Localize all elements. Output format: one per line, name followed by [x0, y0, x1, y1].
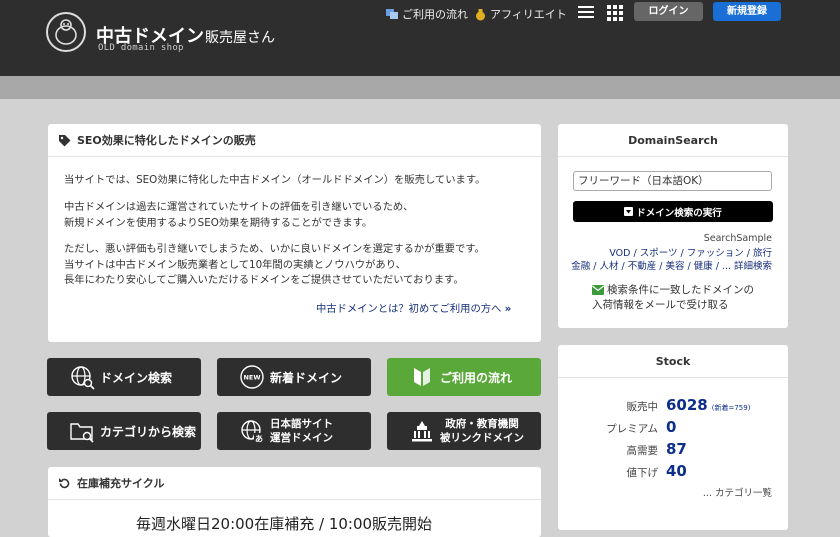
domain-search-title: DomainSearch [558, 124, 788, 157]
tag-icon [59, 134, 71, 146]
category-list-link[interactable]: ... カテゴリ一覧 [703, 485, 772, 499]
new-badge-icon: NEW [240, 365, 264, 389]
folder-search-icon [70, 423, 94, 443]
seo-intro-panel: SEO効果に特化したドメインの販売 当サイトでは、SEO効果に特化した中古ドメイ… [48, 124, 541, 342]
login-button[interactable]: ログイン [634, 2, 703, 21]
moneybag-icon [476, 8, 485, 20]
seo-paragraph-1: 当サイトでは、SEO効果に特化した中古ドメイン（オールドドメイン）を販売していま… [64, 174, 486, 186]
flow-icon [386, 9, 398, 19]
seo-panel-title: SEO効果に特化したドメインの販売 [77, 134, 256, 147]
search-sample-links-1[interactable]: VOD / スポーツ / ファッション / 旅行 [609, 245, 772, 259]
gov-edu-backlink-tile[interactable]: 政府・教育機関 被リンクドメイン [387, 412, 541, 450]
restock-schedule-text: 毎週水曜日20:00在庫補充 / 10:00販売開始 [136, 515, 433, 533]
stock-row-on-sale[interactable]: 販売中 6028 (新着=759) [558, 396, 788, 414]
svg-text:あ: あ [255, 435, 263, 444]
globe-japanese-icon: あ [241, 420, 264, 444]
header-link-affiliate[interactable]: アフィリエイト [475, 6, 567, 22]
stock-panel: Stock 販売中 6028 (新着=759) プレミアム 0 高需要 87 値下げ 40… [558, 345, 788, 530]
logo-icon[interactable] [46, 12, 86, 52]
domain-search-tile[interactable]: ドメイン検索 [47, 358, 201, 396]
seo-paragraph-2: 中古ドメインは過去に運営されていたサイトの評価を引き継いでいるため、 新規ドメイン… [64, 201, 414, 229]
stock-row-price-down[interactable]: 値下げ 40 [558, 462, 788, 480]
search-sample-label: SearchSample [703, 233, 772, 244]
stock-row-high-demand[interactable]: 高需要 87 [558, 440, 788, 458]
caret-down-square-icon [624, 207, 634, 216]
stock-row-premium[interactable]: プレミアム 0 [558, 418, 788, 436]
logo-subtitle: OLD domain shop [98, 43, 184, 53]
globe-search-icon [71, 366, 95, 390]
seo-panel-header: SEO効果に特化したドメインの販売 [48, 124, 541, 157]
stock-title: Stock [558, 345, 788, 378]
domain-search-panel: DomainSearch フリーワード（日本語OK） ドメイン検索の実行 Sea… [558, 124, 788, 328]
refresh-icon [59, 477, 70, 488]
header-stripe [0, 76, 840, 99]
free-word-search-input[interactable]: フリーワード（日本語OK） [573, 171, 772, 191]
category-search-tile[interactable]: カテゴリから検索 [47, 412, 201, 450]
double-chevron-right-icon: » [504, 303, 512, 315]
search-sample-links-2[interactable]: 金融 / 人材 / 不動産 / 美容 / 健康 / ... 詳細検索 [571, 258, 772, 272]
domain-search-submit-button[interactable]: ドメイン検索の実行 [573, 201, 773, 222]
government-building-icon [412, 421, 432, 442]
site-header: 中古ドメイン販売屋さん OLD domain shop ご利用の流れ アフィリエ… [0, 0, 840, 76]
restock-cycle-panel: 在庫補充サイクル 毎週水曜日20:00在庫補充 / 10:00販売開始 [48, 467, 541, 537]
restock-panel-header: 在庫補充サイクル [48, 467, 541, 500]
seo-paragraph-3: ただし、悪い評価も引き継いでしまうため、いかに良いドメインを選定するかが重要です… [64, 243, 485, 286]
beginner-mark-icon [414, 368, 430, 386]
usage-flow-tile[interactable]: ご利用の流れ [387, 358, 541, 396]
new-domain-tile[interactable]: NEW 新着ドメイン [217, 358, 371, 396]
mail-notify-link[interactable]: 検索条件に一致したドメインの 入荷情報をメールで受け取る [592, 283, 754, 313]
hamburger-menu-icon[interactable] [578, 6, 594, 20]
register-button[interactable]: 新規登録 [713, 2, 781, 21]
beginner-guide-link[interactable]: 中古ドメインとは？初めてご利用の方へ » [316, 300, 511, 315]
svg-text:NEW: NEW [243, 374, 260, 382]
header-link-usage-flow[interactable]: ご利用の流れ [386, 6, 468, 22]
grid-menu-icon[interactable] [607, 5, 623, 21]
japanese-site-domain-tile[interactable]: あ 日本語サイト 運営ドメイン [217, 412, 371, 450]
